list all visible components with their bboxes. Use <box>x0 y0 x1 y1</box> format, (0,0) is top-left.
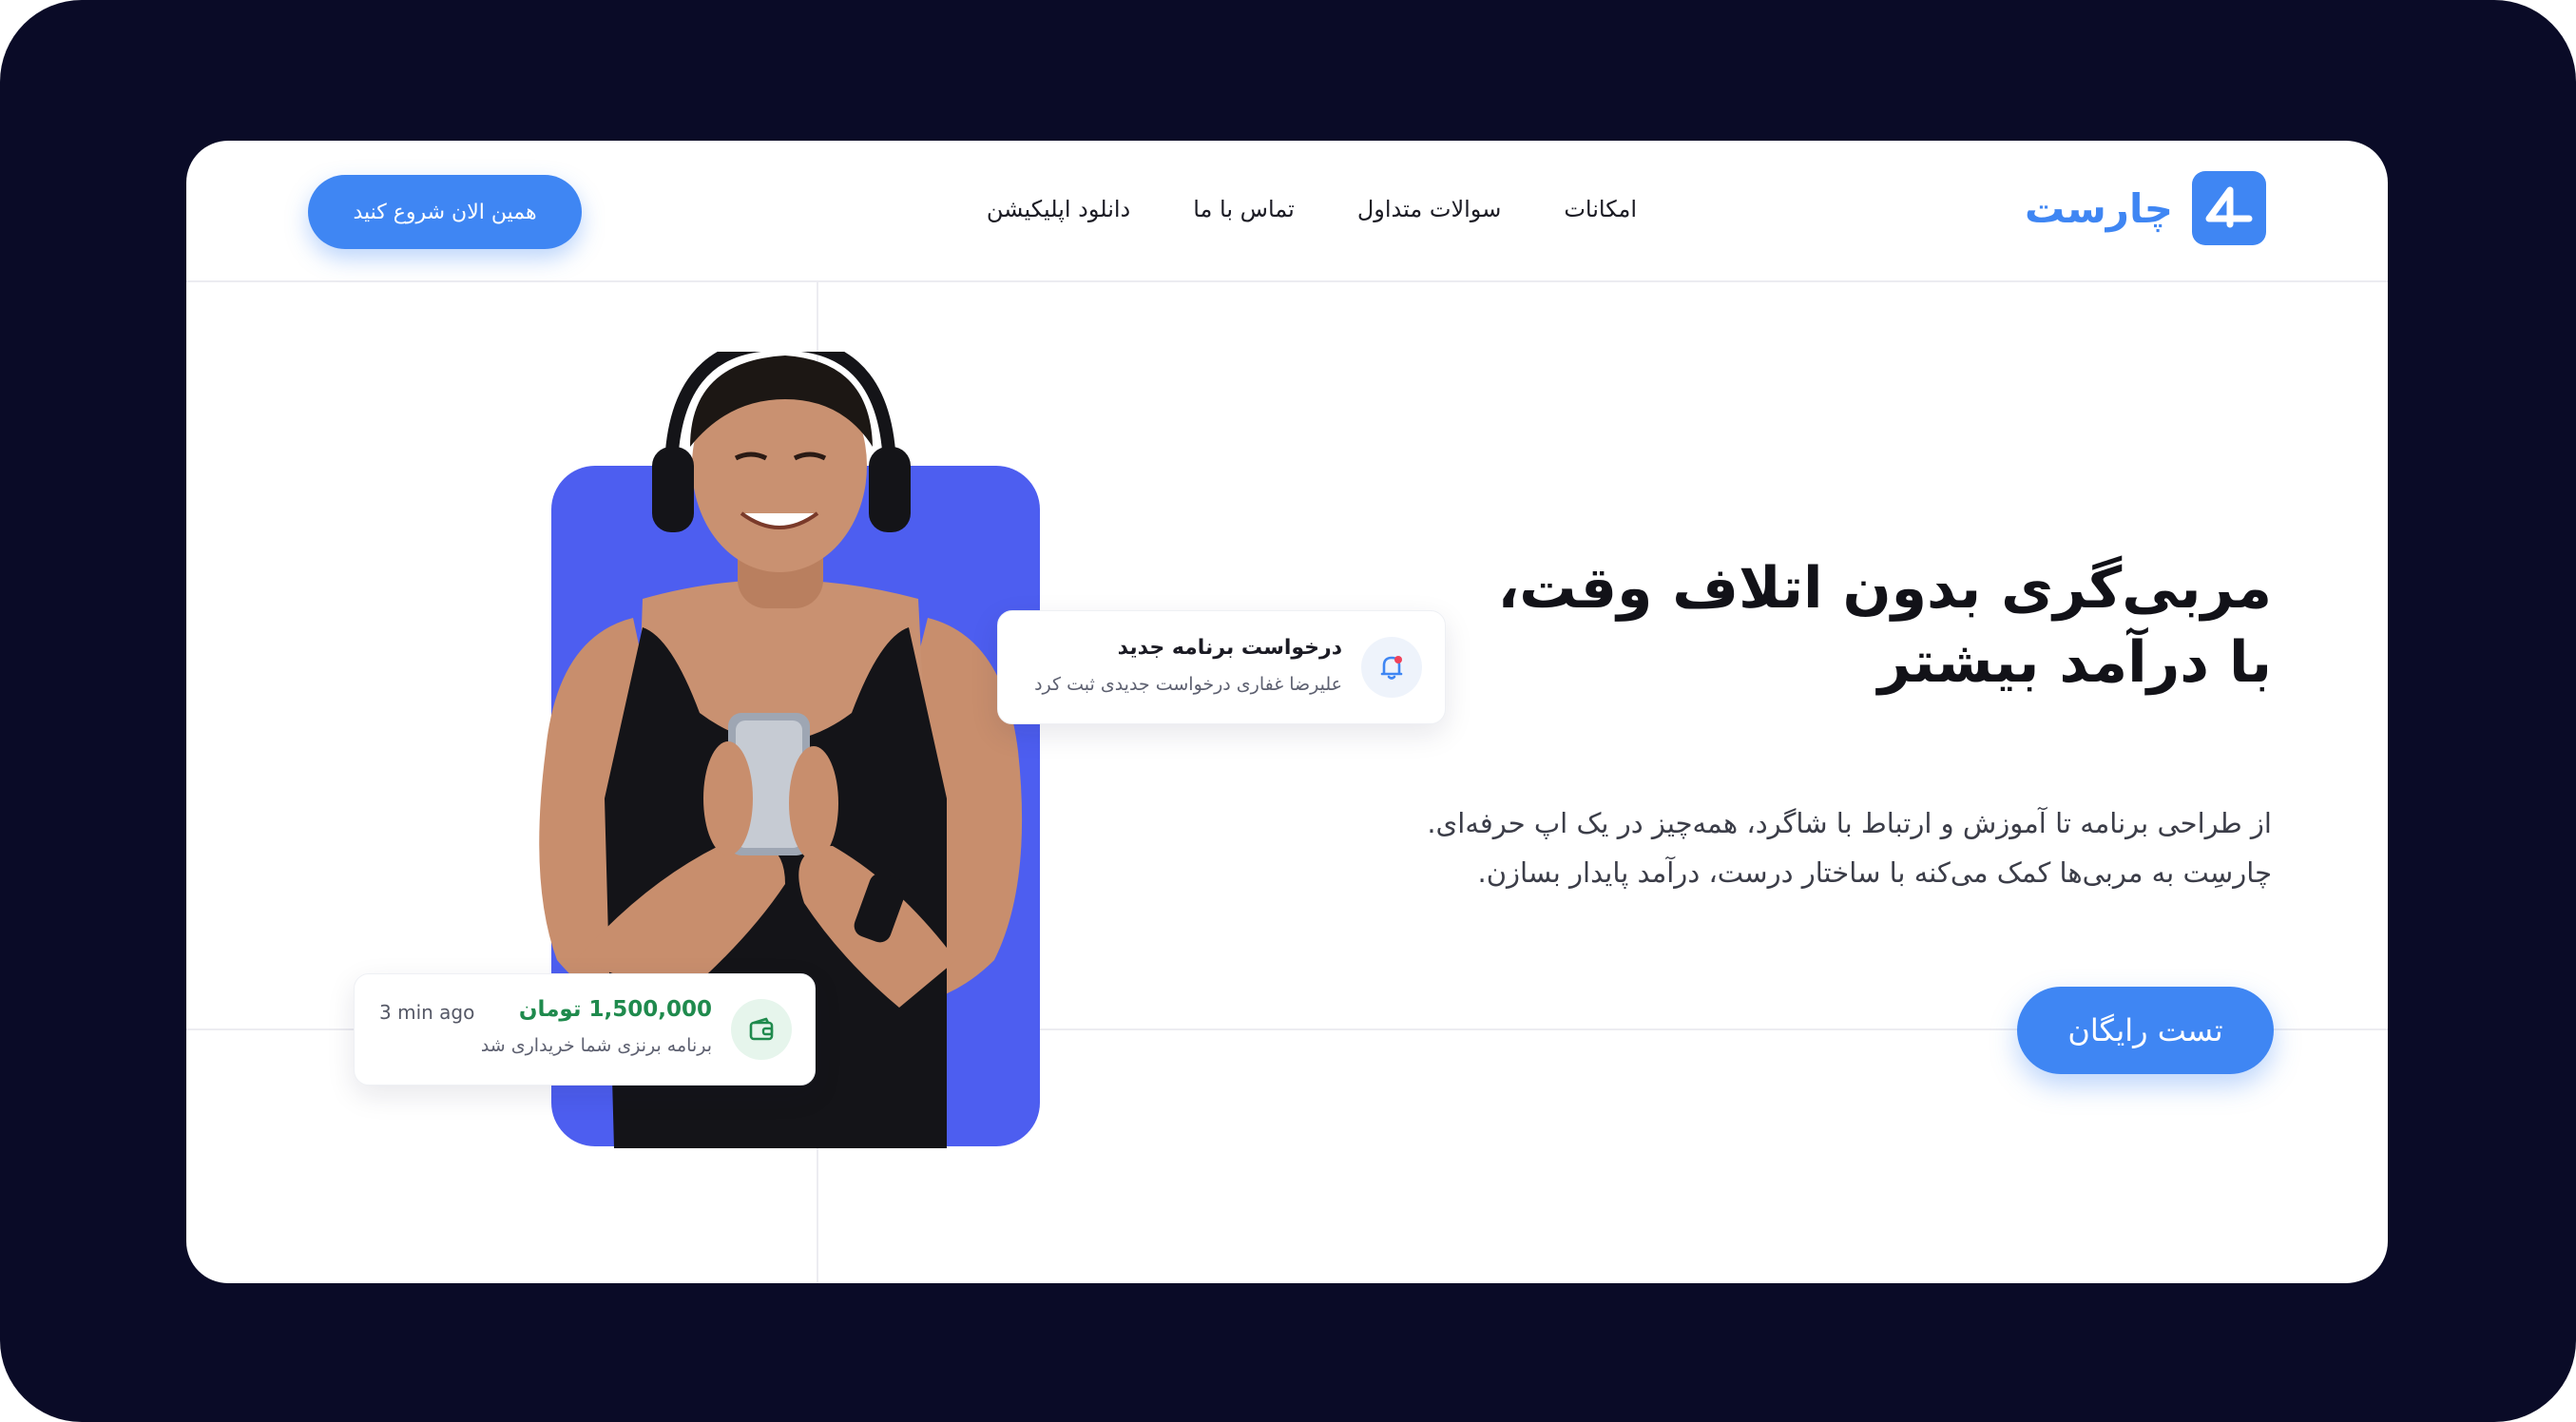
purchase-amount: 1,500,000 تومان <box>518 997 712 1022</box>
free-trial-button[interactable]: تست رایگان <box>2017 987 2274 1074</box>
nav-item-features[interactable]: امکانات <box>1564 196 1637 222</box>
hero-title-line-1: مربی‌گری بدون اتلاف وقت، <box>1497 555 2272 622</box>
nav-item-download[interactable]: دانلود اپلیکیشن <box>987 196 1130 222</box>
nav-item-faq[interactable]: سوالات متداول <box>1357 196 1501 222</box>
wallet-icon <box>731 999 792 1060</box>
hero-title: مربی‌گری بدون اتلاف وقت، با درآمد بیشتر <box>1497 551 2272 700</box>
nav-item-contact[interactable]: تماس با ما <box>1193 196 1295 222</box>
purchase-subtitle: برنامه برنزی شما خریداری شد <box>480 1035 712 1056</box>
brand-name: چارست <box>2025 184 2173 232</box>
new-request-notification[interactable]: درخواست برنامه جدید علیرضا غفاری درخواست… <box>997 610 1446 724</box>
main-nav: امکانات سوالات متداول تماس با ما دانلود … <box>987 196 1637 222</box>
grid-line-top <box>186 280 2388 282</box>
hero-title-line-2: با درآمد بیشتر <box>1877 629 2272 696</box>
notification-title: درخواست برنامه جدید <box>1117 636 1342 660</box>
bell-icon <box>1361 637 1422 698</box>
purchase-notification[interactable]: 1,500,000 تومان برنامه برنزی شما خریداری… <box>354 973 816 1086</box>
hero-description-line-2: چارسِت به مربی‌ها کمک می‌کنه با ساختار د… <box>1477 856 2273 889</box>
hero-description: از طراحی برنامه تا آموزش و ارتباط با شاگ… <box>1359 798 2272 897</box>
hero-description-line-1: از طراحی برنامه تا آموزش و ارتباط با شاگ… <box>1427 807 2272 839</box>
brand-logo[interactable]: چارست <box>2025 171 2266 245</box>
landing-card: چارست امکانات سوالات متداول تماس با ما د… <box>186 141 2388 1283</box>
start-now-button[interactable]: همین الان شروع کنید <box>308 175 582 249</box>
purchase-time: 3 min ago <box>379 1001 475 1024</box>
page-frame: چارست امکانات سوالات متداول تماس با ما د… <box>0 0 2576 1422</box>
notification-subtitle: علیرضا غفاری درخواست جدیدی ثبت کرد <box>1034 674 1342 695</box>
logo-icon <box>2192 171 2266 245</box>
